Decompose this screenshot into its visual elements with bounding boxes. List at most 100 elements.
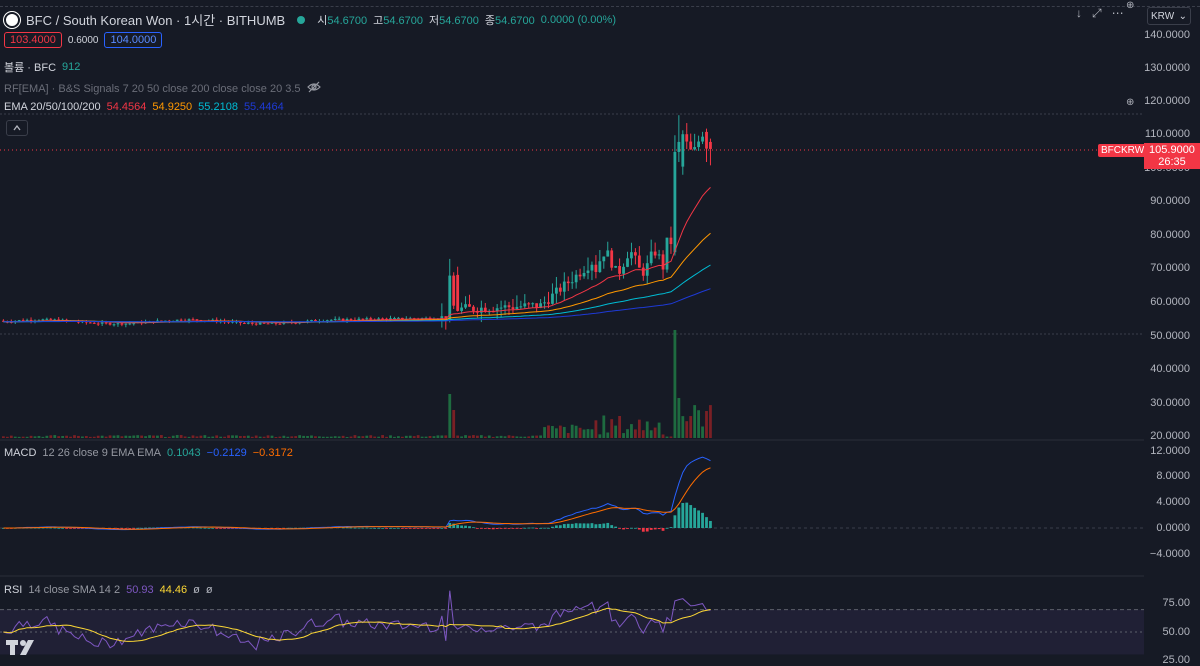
macd-histogram-bar <box>574 523 578 528</box>
macd-histogram-bar <box>400 528 404 529</box>
macd-histogram-bar <box>511 528 515 529</box>
volume-bar <box>397 436 400 438</box>
volume-bar <box>594 420 598 438</box>
volume-bar <box>171 435 175 438</box>
macd-histogram-bar <box>53 527 57 529</box>
volume-bar <box>132 435 136 438</box>
macd-histogram-bar <box>65 528 68 529</box>
volume-bar <box>9 435 13 438</box>
macd-histogram-bar <box>207 527 211 529</box>
macd-histogram-bar <box>128 528 132 529</box>
candle-body <box>689 141 693 150</box>
volume-bar <box>693 405 697 438</box>
volume-bar <box>637 419 641 438</box>
candle-body <box>535 303 539 308</box>
macd-histogram-bar <box>657 528 661 530</box>
rsi-tick: 75.00 <box>1162 597 1190 609</box>
volume-bar <box>33 436 37 438</box>
macd-histogram-bar <box>626 528 629 529</box>
volume-bar <box>207 436 211 438</box>
candle-body <box>25 319 29 321</box>
candlesticks <box>2 115 712 330</box>
macd-histogram-bar <box>590 523 594 528</box>
macd-histogram-bar <box>598 523 602 528</box>
candle-body <box>503 305 507 308</box>
volume-bar <box>183 436 187 438</box>
macd-histogram-bar <box>562 524 566 528</box>
macd-histogram-bar <box>661 528 665 531</box>
candle-body <box>92 322 96 324</box>
volume-bar <box>515 436 519 438</box>
volume-bar <box>223 436 226 438</box>
price-axis[interactable]: 140.0000 130.0000 120.0000 110.0000 100.… <box>1144 0 1200 442</box>
rsi-tick: 50.00 <box>1162 626 1190 638</box>
volume-bar <box>191 435 195 438</box>
volume-bar <box>618 415 621 438</box>
price-tick: 30.0000 <box>1150 397 1190 409</box>
candle-body <box>637 255 641 268</box>
volume-bar <box>179 435 183 438</box>
candle-body <box>132 323 136 325</box>
volume-bar <box>412 436 416 438</box>
candle-body <box>393 317 396 319</box>
volume-bar <box>460 436 463 438</box>
volume-bar <box>325 436 329 438</box>
macd-histogram-bar <box>570 523 574 528</box>
volume-bar <box>88 436 92 438</box>
candle-body <box>649 251 653 264</box>
candle-body <box>582 273 586 277</box>
price-tick: 140.0000 <box>1144 29 1190 41</box>
macd-histogram-bar <box>515 528 519 529</box>
volume-bar <box>499 435 503 438</box>
candle-body <box>369 318 373 320</box>
chart-canvas[interactable] <box>0 0 1144 664</box>
volume-bar <box>203 435 207 438</box>
candle-body <box>310 320 313 322</box>
volume-bar <box>709 405 712 438</box>
macd-histogram-bar <box>444 528 448 529</box>
macd-histogram-bar <box>428 528 432 529</box>
volume-bar <box>476 435 479 438</box>
candle-body <box>661 254 665 270</box>
volume-bar <box>641 430 645 438</box>
volume-bar <box>163 436 167 438</box>
macd-histogram-bar <box>602 523 606 528</box>
volume-bar <box>634 429 637 438</box>
macd-signal-line <box>3 467 711 530</box>
macd-histogram-bar <box>365 527 369 529</box>
rsi-axis[interactable]: 75.00 50.00 25.00 <box>1144 576 1200 666</box>
tradingview-logo-icon[interactable] <box>6 638 36 661</box>
candle-body <box>333 318 337 320</box>
macd-histogram-bar <box>689 505 693 528</box>
volume-bar <box>610 419 614 438</box>
candle-body <box>594 264 598 273</box>
volume-bar <box>156 435 159 438</box>
price-tick: 50.0000 <box>1150 330 1190 342</box>
rsi-pane <box>0 590 1144 655</box>
candle-body <box>464 304 467 308</box>
candle-body <box>254 323 258 325</box>
volume-bar <box>369 435 373 438</box>
chart-window: BFC / South Korean Won · 1시간 · BITHUMB 시… <box>0 0 1200 666</box>
volume-bar <box>555 428 558 438</box>
macd-axis[interactable]: 12.0000 8.0000 4.0000 0.0000 −4.0000 <box>1144 440 1200 576</box>
candle-body <box>641 267 645 276</box>
volume-bar <box>258 436 262 438</box>
candle-body <box>262 322 266 324</box>
candle-body <box>116 323 120 325</box>
macd-histogram-bar <box>483 528 487 529</box>
volume-bar <box>558 425 562 438</box>
volume-bar <box>69 436 72 438</box>
macd-line <box>3 456 711 531</box>
macd-histogram-bar <box>472 527 475 529</box>
candle-body <box>697 141 700 148</box>
volume-bar <box>531 435 535 438</box>
volume-bar <box>239 436 242 438</box>
macd-histogram-bar <box>705 517 708 528</box>
volume-bar <box>278 436 282 438</box>
volume-bar <box>302 435 305 438</box>
candle-body <box>669 237 673 245</box>
macd-histogram-bar <box>203 527 207 529</box>
macd-histogram-bar <box>673 515 677 528</box>
price-tick: 120.0000 <box>1144 95 1190 107</box>
